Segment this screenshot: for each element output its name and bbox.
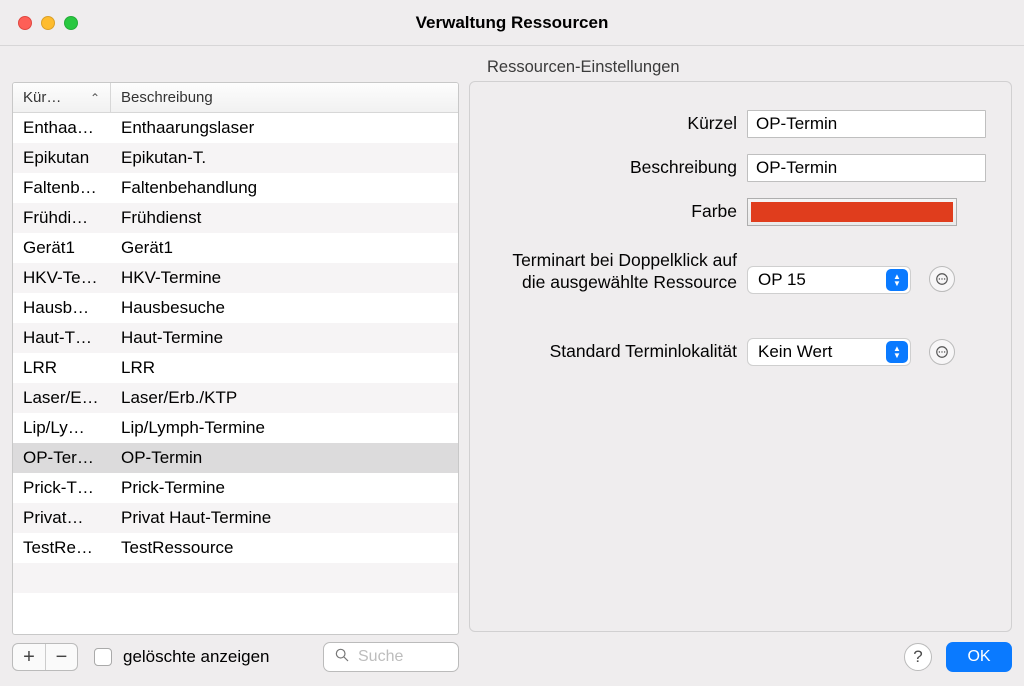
cell-kuerzel: Laser/E… bbox=[13, 388, 111, 408]
settings-panel: Kürzel Beschreibung Farbe Terminart bei … bbox=[469, 81, 1012, 632]
select-lokalitaet-value: Kein Wert bbox=[758, 342, 832, 362]
column-header-beschreibung[interactable]: Beschreibung bbox=[111, 83, 458, 112]
cell-kuerzel: Lip/Ly… bbox=[13, 418, 111, 438]
column-header-kuerzel[interactable]: Kür… ⌃ bbox=[13, 83, 111, 112]
table-row[interactable]: Lip/Ly…Lip/Lymph-Termine bbox=[13, 413, 458, 443]
cell-kuerzel: Prick-T… bbox=[13, 478, 111, 498]
close-window-button[interactable] bbox=[18, 16, 32, 30]
cell-kuerzel: Privat… bbox=[13, 508, 111, 528]
table-row[interactable]: EpikutanEpikutan-T. bbox=[13, 143, 458, 173]
cell-beschreibung: Lip/Lymph-Termine bbox=[111, 418, 458, 438]
select-terminart-value: OP 15 bbox=[758, 270, 806, 290]
table-body: Enthaa…EnthaarungslaserEpikutanEpikutan-… bbox=[13, 113, 458, 634]
input-beschreibung[interactable] bbox=[747, 154, 986, 182]
cell-beschreibung: TestRessource bbox=[111, 538, 458, 558]
table-header-row: Kür… ⌃ Beschreibung bbox=[13, 83, 458, 113]
search-icon bbox=[334, 647, 350, 668]
cell-kuerzel: Faltenb… bbox=[13, 178, 111, 198]
cell-kuerzel: Frühdi… bbox=[13, 208, 111, 228]
cell-beschreibung: Laser/Erb./KTP bbox=[111, 388, 458, 408]
show-deleted-checkbox-group[interactable]: gelöschte anzeigen bbox=[90, 645, 270, 669]
show-deleted-checkbox[interactable] bbox=[94, 648, 112, 666]
cell-beschreibung: Frühdienst bbox=[111, 208, 458, 228]
search-field[interactable] bbox=[323, 642, 459, 672]
ok-button[interactable]: OK bbox=[946, 642, 1012, 672]
window-title: Verwaltung Ressourcen bbox=[416, 13, 609, 33]
table-row[interactable]: HKV-Te…HKV-Termine bbox=[13, 263, 458, 293]
label-farbe: Farbe bbox=[492, 201, 737, 223]
add-remove-segment: + − bbox=[12, 643, 78, 671]
table-row-empty bbox=[13, 563, 458, 593]
traffic-lights bbox=[18, 16, 78, 30]
cell-kuerzel: TestRe… bbox=[13, 538, 111, 558]
stepper-arrows-icon: ▲▼ bbox=[886, 269, 908, 291]
cell-beschreibung: OP-Termin bbox=[111, 448, 458, 468]
resources-table: Kür… ⌃ Beschreibung Enthaa…Enthaarungsla… bbox=[12, 82, 459, 635]
cell-beschreibung: HKV-Termine bbox=[111, 268, 458, 288]
color-swatch bbox=[751, 202, 953, 222]
table-row-empty bbox=[13, 593, 458, 623]
cell-beschreibung: Haut-Termine bbox=[111, 328, 458, 348]
stepper-arrows-icon: ▲▼ bbox=[886, 341, 908, 363]
cell-kuerzel: Enthaa… bbox=[13, 118, 111, 138]
cell-beschreibung: Hausbesuche bbox=[111, 298, 458, 318]
cell-beschreibung: Gerät1 bbox=[111, 238, 458, 258]
label-terminart: Terminart bei Doppelklick auf die ausgew… bbox=[492, 246, 737, 294]
input-kuerzel[interactable] bbox=[747, 110, 986, 138]
label-kuerzel: Kürzel bbox=[492, 113, 737, 135]
cell-kuerzel: Hausb… bbox=[13, 298, 111, 318]
label-lokalitaet: Standard Terminlokalität bbox=[492, 341, 737, 363]
show-deleted-label: gelöschte anzeigen bbox=[123, 647, 270, 667]
table-row[interactable]: Laser/E…Laser/Erb./KTP bbox=[13, 383, 458, 413]
table-row[interactable]: Faltenb…Faltenbehandlung bbox=[13, 173, 458, 203]
cell-beschreibung: Enthaarungslaser bbox=[111, 118, 458, 138]
cell-kuerzel: Gerät1 bbox=[13, 238, 111, 258]
table-row[interactable]: OP-Ter…OP-Termin bbox=[13, 443, 458, 473]
cell-kuerzel: Epikutan bbox=[13, 148, 111, 168]
remove-button[interactable]: − bbox=[45, 644, 77, 670]
label-beschreibung: Beschreibung bbox=[492, 157, 737, 179]
table-row[interactable]: Gerät1Gerät1 bbox=[13, 233, 458, 263]
minimize-window-button[interactable] bbox=[41, 16, 55, 30]
cell-kuerzel: Haut-T… bbox=[13, 328, 111, 348]
dialog-footer: ? OK bbox=[469, 642, 1012, 672]
maximize-window-button[interactable] bbox=[64, 16, 78, 30]
window-titlebar: Verwaltung Ressourcen bbox=[0, 0, 1024, 46]
row-farbe: Farbe bbox=[492, 198, 989, 226]
column-header-beschreibung-label: Beschreibung bbox=[121, 89, 213, 106]
row-terminart: Terminart bei Doppelklick auf die ausgew… bbox=[492, 246, 989, 294]
select-terminart[interactable]: OP 15 ▲▼ bbox=[747, 266, 911, 294]
lokalitaet-options-button[interactable] bbox=[929, 339, 955, 365]
cell-beschreibung: LRR bbox=[111, 358, 458, 378]
table-row[interactable]: Hausb…Hausbesuche bbox=[13, 293, 458, 323]
sort-asc-icon: ⌃ bbox=[90, 91, 100, 105]
left-footer: + − gelöschte anzeigen bbox=[12, 642, 459, 672]
cell-beschreibung: Epikutan-T. bbox=[111, 148, 458, 168]
table-row[interactable]: Enthaa…Enthaarungslaser bbox=[13, 113, 458, 143]
row-lokalitaet: Standard Terminlokalität Kein Wert ▲▼ bbox=[492, 338, 989, 366]
table-row[interactable]: Haut-T…Haut-Termine bbox=[13, 323, 458, 353]
table-row[interactable]: Privat…Privat Haut-Termine bbox=[13, 503, 458, 533]
table-row[interactable]: LRRLRR bbox=[13, 353, 458, 383]
cell-kuerzel: LRR bbox=[13, 358, 111, 378]
cell-beschreibung: Privat Haut-Termine bbox=[111, 508, 458, 528]
cell-kuerzel: OP-Ter… bbox=[13, 448, 111, 468]
table-row[interactable]: Prick-T…Prick-Termine bbox=[13, 473, 458, 503]
table-row[interactable]: Frühdi…Frühdienst bbox=[13, 203, 458, 233]
search-input[interactable] bbox=[356, 647, 448, 667]
row-beschreibung: Beschreibung bbox=[492, 154, 989, 182]
terminart-options-button[interactable] bbox=[929, 266, 955, 292]
table-row[interactable]: TestRe…TestRessource bbox=[13, 533, 458, 563]
settings-panel-title: Ressourcen-Einstellungen bbox=[469, 54, 1012, 81]
cell-beschreibung: Prick-Termine bbox=[111, 478, 458, 498]
select-lokalitaet[interactable]: Kein Wert ▲▼ bbox=[747, 338, 911, 366]
column-header-kuerzel-label: Kür… bbox=[23, 89, 61, 106]
cell-kuerzel: HKV-Te… bbox=[13, 268, 111, 288]
cell-beschreibung: Faltenbehandlung bbox=[111, 178, 458, 198]
add-button[interactable]: + bbox=[13, 644, 45, 670]
row-kuerzel: Kürzel bbox=[492, 110, 989, 138]
help-button[interactable]: ? bbox=[904, 643, 932, 671]
color-well[interactable] bbox=[747, 198, 957, 226]
